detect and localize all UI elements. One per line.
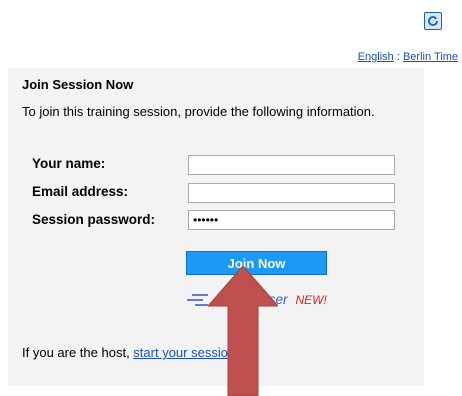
timezone-link[interactable]: Berlin Time bbox=[403, 51, 458, 63]
instructions-text: To join this training session, provide t… bbox=[22, 104, 375, 119]
new-badge: NEW! bbox=[295, 292, 327, 307]
language-link[interactable]: English bbox=[358, 51, 394, 63]
panel-title: Join Session Now bbox=[22, 77, 134, 92]
browser-lines-icon bbox=[187, 294, 208, 306]
refresh-icon bbox=[428, 16, 438, 26]
name-label: Your name: bbox=[32, 156, 106, 171]
host-prefix: If you are the host, bbox=[22, 345, 134, 360]
email-label: Email address: bbox=[32, 184, 129, 199]
locale-separator: : bbox=[393, 51, 403, 63]
password-label: Session password: bbox=[32, 212, 156, 227]
email-input[interactable] bbox=[188, 183, 395, 203]
password-input[interactable] bbox=[188, 210, 395, 230]
name-input[interactable] bbox=[188, 155, 395, 175]
up-arrow-icon bbox=[208, 266, 278, 396]
host-line: If you are the host, start your session. bbox=[22, 345, 239, 360]
refresh-button[interactable] bbox=[424, 12, 442, 30]
locale-bar: English : Berlin Time bbox=[358, 51, 458, 63]
